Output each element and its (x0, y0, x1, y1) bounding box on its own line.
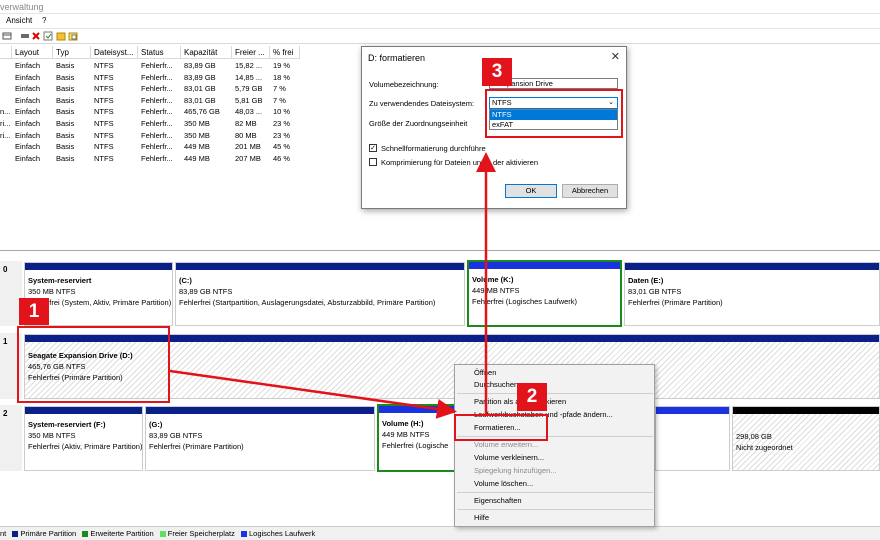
annotation-badge-2: 2 (517, 383, 547, 411)
annotation-arrows (169, 152, 496, 419)
arrow-disk-to-format (169, 369, 457, 419)
annotation-badge-1: 1 (19, 298, 49, 325)
annotation-badge-3: 3 (482, 58, 512, 86)
